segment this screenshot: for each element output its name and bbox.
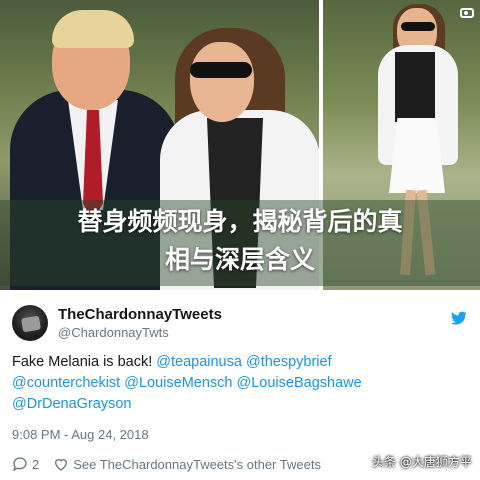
twitter-bird-icon[interactable]: [450, 310, 468, 326]
display-name[interactable]: TheChardonnayTweets: [58, 306, 222, 323]
tweet-text-prefix: Fake Melania is back!: [12, 354, 157, 370]
embedded-tweet[interactable]: TheChardonnayTweets @ChardonnayTwts Fake…: [0, 290, 480, 480]
mention-link[interactable]: @DrDenaGrayson: [12, 396, 131, 412]
mention-link[interactable]: @LouiseMensch: [124, 375, 232, 391]
tweet-actions: 2 See TheChardonnayTweets's other Tweets: [12, 455, 335, 473]
photo-collage: 替身频频现身，揭秘背后的真 相与深层含义: [0, 0, 480, 290]
see-other-tweets-link[interactable]: See TheChardonnayTweets's other Tweets: [73, 457, 321, 472]
reply-icon: [12, 457, 27, 472]
reply-button[interactable]: 2: [12, 456, 39, 472]
handle[interactable]: @ChardonnayTwts: [58, 325, 169, 340]
reply-count: 2: [32, 456, 40, 472]
tweet-text: Fake Melania is back! @teapainusa @thesp…: [12, 352, 472, 415]
mention-link[interactable]: @LouiseBagshawe: [237, 375, 362, 391]
mention-link[interactable]: @counterchekist: [12, 375, 120, 391]
camera-icon: [460, 8, 474, 18]
headline-line-1: 替身频频现身，揭秘背后的真: [77, 207, 403, 236]
mention-link[interactable]: @teapainusa: [156, 354, 242, 370]
headline-line-2: 相与深层含义: [164, 245, 315, 274]
watermark: 头条 @大唐狮方平: [372, 455, 472, 469]
avatar[interactable]: [12, 305, 48, 341]
timestamp[interactable]: 9:08 PM - Aug 24, 2018: [12, 427, 149, 442]
headline: 替身频频现身，揭秘背后的真 相与深层含义: [18, 203, 462, 279]
like-button[interactable]: See TheChardonnayTweets's other Tweets: [53, 456, 321, 472]
mention-link[interactable]: @thespybrief: [246, 354, 332, 370]
heart-icon: [55, 459, 68, 471]
